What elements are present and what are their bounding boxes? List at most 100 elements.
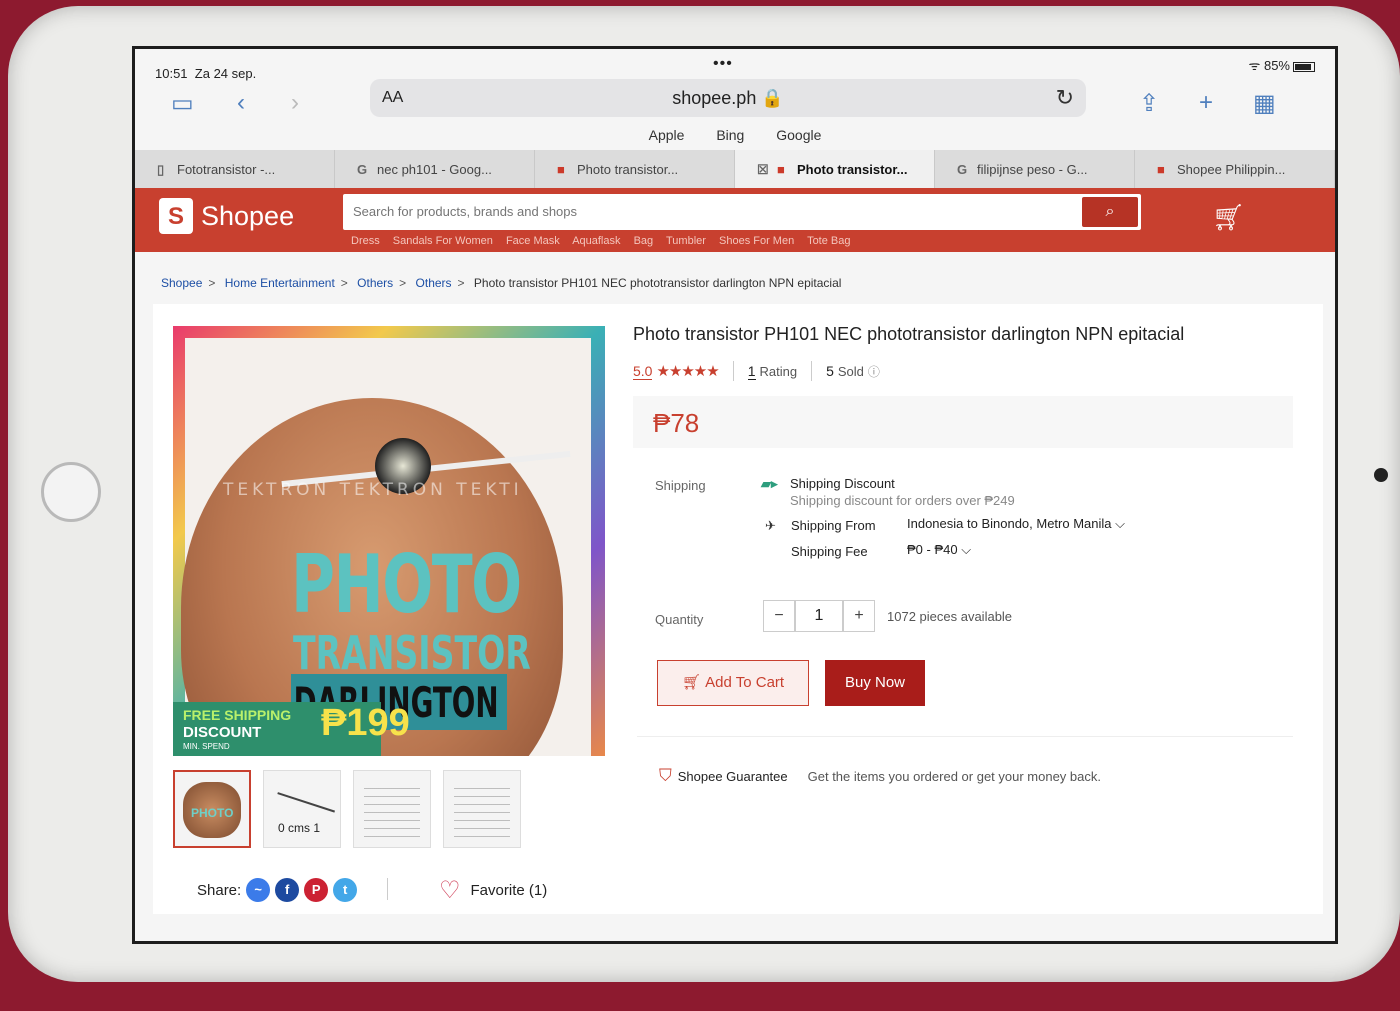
shipping-fee-value[interactable]: ₱0 - ₱40 ⌵ bbox=[907, 542, 971, 558]
heart-icon: ♡ bbox=[439, 877, 461, 904]
forward-icon[interactable]: › bbox=[291, 89, 299, 117]
buy-now-button[interactable]: Buy Now bbox=[825, 660, 925, 706]
help-icon[interactable]: ⓘ bbox=[868, 363, 880, 380]
wifi-icon: ᯤ bbox=[1248, 58, 1261, 73]
suggestion-item[interactable]: Bag bbox=[634, 235, 654, 247]
multitasking-dots[interactable]: ••• bbox=[713, 55, 733, 73]
address-bar[interactable]: AA shopee.ph 🔒 ↻ bbox=[370, 79, 1086, 117]
front-camera bbox=[1374, 468, 1388, 482]
sidebar-icon[interactable]: ▭ bbox=[171, 89, 194, 118]
battery-indicator: ᯤ 85% bbox=[1248, 56, 1315, 74]
rating-count[interactable]: 1 bbox=[747, 363, 756, 380]
chevron-down-icon: ⌵ bbox=[1115, 516, 1125, 531]
url-text[interactable]: shopee.ph 🔒 bbox=[370, 88, 1086, 109]
shopee-header: S Shopee ⌕ Dress Sandals For Women Face … bbox=[135, 188, 1335, 252]
quantity-stepper: − 1 + bbox=[763, 600, 875, 632]
tab-fototransistor[interactable]: ▯ Fototransistor -... bbox=[135, 150, 335, 188]
quantity-decrease-button[interactable]: − bbox=[763, 600, 795, 632]
shield-icon: ⛉ bbox=[659, 766, 672, 785]
breadcrumb-link[interactable]: Others bbox=[357, 276, 393, 290]
reload-icon[interactable]: ↻ bbox=[1056, 85, 1074, 111]
search-suggestions: Dress Sandals For Women Face Mask Aquafl… bbox=[351, 235, 860, 247]
shipping-discount-subtitle: Shipping discount for orders over ₱249 bbox=[790, 493, 1015, 508]
add-to-cart-button[interactable]: 🛒︎ Add To Cart bbox=[657, 660, 809, 706]
ipad-frame: 10:51 Za 24 sep. ••• ᯤ 85% ▭ ‹ › AA shop… bbox=[8, 6, 1400, 982]
shipping-discount-title: Shipping Discount bbox=[790, 476, 895, 491]
thumbnail-3[interactable] bbox=[353, 770, 431, 848]
suggestion-item[interactable]: Aquaflask bbox=[572, 235, 620, 247]
search-button[interactable]: ⌕ bbox=[1082, 197, 1138, 227]
tab-bar: ▯ Fototransistor -... Gnec ph101 - Goog..… bbox=[135, 150, 1335, 188]
cart-add-icon: 🛒︎ bbox=[681, 674, 701, 691]
thumbnail-1[interactable]: PHOTO bbox=[173, 770, 251, 848]
shopee-bag-icon: S bbox=[159, 198, 193, 234]
shopee-logo[interactable]: S Shopee bbox=[159, 198, 294, 234]
favorite-apple[interactable]: Apple bbox=[649, 127, 685, 143]
divider bbox=[637, 736, 1293, 737]
cart-icon[interactable]: 🛒︎ bbox=[1212, 202, 1245, 233]
watermark: TEKTRON TEKTRON TEKTI bbox=[223, 480, 523, 500]
free-shipping-truck-icon: ▰▸ bbox=[761, 476, 778, 491]
shipping-from-icon: ✈ bbox=[765, 518, 776, 533]
favorite-bing[interactable]: Bing bbox=[716, 127, 744, 143]
tab-filipijnse-peso[interactable]: Gfilipijnse peso - G... bbox=[935, 150, 1135, 188]
suggestion-item[interactable]: Sandals For Women bbox=[393, 235, 493, 247]
thumbnail-4[interactable] bbox=[443, 770, 521, 848]
shipping-from-label: Shipping From bbox=[791, 518, 876, 533]
twitter-icon[interactable]: t bbox=[333, 878, 358, 902]
tab-photo-transistor-active[interactable]: ☒ ■ Photo transistor... bbox=[735, 150, 935, 188]
quantity-input[interactable]: 1 bbox=[795, 600, 843, 632]
screen: 10:51 Za 24 sep. ••• ᯤ 85% ▭ ‹ › AA shop… bbox=[132, 46, 1338, 944]
pinterest-icon[interactable]: P bbox=[304, 878, 329, 902]
facebook-icon[interactable]: f bbox=[275, 878, 300, 902]
search-icon: ⌕ bbox=[1105, 203, 1115, 220]
free-shipping-badge: FREE SHIPPING DISCOUNT MIN. SPEND ₱199 bbox=[173, 702, 410, 756]
sold-count: 5 bbox=[826, 363, 834, 379]
price-box: ₱78 bbox=[633, 396, 1293, 448]
back-icon[interactable]: ‹ bbox=[237, 89, 245, 117]
close-tab-icon[interactable]: ☒ bbox=[757, 162, 771, 178]
browser-toolbar: ▭ ‹ › AA shopee.ph 🔒 ↻ ⇪ + ▦ bbox=[135, 75, 1335, 130]
status-bar: 10:51 Za 24 sep. ••• ᯤ 85% bbox=[135, 49, 1335, 81]
rating-score[interactable]: 5.0 bbox=[633, 363, 653, 380]
thumbnail-2[interactable]: 0 cms 1 bbox=[263, 770, 341, 848]
tab-overview-icon[interactable]: ▦ bbox=[1253, 89, 1276, 118]
breadcrumb-link[interactable]: Others bbox=[416, 276, 452, 290]
stock-available: 1072 pieces available bbox=[887, 609, 1013, 624]
shopee-guarantee: ⛉ Shopee Guarantee Get the items you ord… bbox=[659, 766, 1101, 785]
image-title-photo: PHOTO bbox=[291, 538, 522, 631]
google-icon: G bbox=[357, 162, 368, 177]
favorites-bar: Apple Bing Google bbox=[135, 127, 1335, 143]
quantity-increase-button[interactable]: + bbox=[843, 600, 875, 632]
breadcrumb-current: Photo transistor PH101 NEC phototransist… bbox=[473, 276, 842, 290]
suggestion-item[interactable]: Tote Bag bbox=[807, 235, 850, 247]
chevron-down-icon: ⌵ bbox=[961, 542, 972, 557]
favorite-google[interactable]: Google bbox=[776, 127, 821, 143]
shopee-icon: ■ bbox=[557, 162, 565, 177]
suggestion-item[interactable]: Face Mask bbox=[506, 235, 560, 247]
breadcrumb-link[interactable]: Home Entertainment bbox=[225, 276, 335, 290]
search-box: ⌕ bbox=[343, 194, 1141, 230]
suggestion-item[interactable]: Tumbler bbox=[666, 235, 706, 247]
share-row: Share: ~ f P t bbox=[197, 878, 358, 902]
new-tab-icon[interactable]: + bbox=[1199, 89, 1213, 117]
suggestion-item[interactable]: Shoes For Men bbox=[719, 235, 794, 247]
messenger-icon[interactable]: ~ bbox=[246, 878, 271, 902]
suggestion-item[interactable]: Dress bbox=[351, 235, 380, 247]
tab-shopee-philippines[interactable]: ■ Shopee Philippin... bbox=[1135, 150, 1335, 188]
breadcrumb-link[interactable]: Shopee bbox=[161, 276, 202, 290]
tab-photo-transistor-1[interactable]: ■ Photo transistor... bbox=[535, 150, 735, 188]
shipping-fee-label: Shipping Fee bbox=[791, 544, 868, 559]
home-button[interactable] bbox=[41, 462, 101, 522]
image-title-transistor: TRANSISTOR bbox=[293, 626, 531, 680]
rating-stars: ★★★★★ bbox=[656, 363, 719, 380]
product-main-image[interactable]: TEKTRON TEKTRON TEKTI PHOTO TRANSISTOR D… bbox=[173, 326, 605, 756]
shipping-from-value[interactable]: Indonesia to Binondo, Metro Manila ⌵ bbox=[907, 516, 1125, 532]
search-input[interactable] bbox=[343, 194, 1073, 228]
image-inner: TEKTRON TEKTRON TEKTI PHOTO TRANSISTOR D… bbox=[181, 338, 591, 756]
battery-icon bbox=[1293, 61, 1315, 72]
share-icon[interactable]: ⇪ bbox=[1139, 89, 1159, 118]
rating-row: 5.0 ★★★★★ 1 Rating 5 Sold ⓘ bbox=[633, 361, 880, 381]
tab-nec-ph101[interactable]: Gnec ph101 - Goog... bbox=[335, 150, 535, 188]
favorite-button[interactable]: ♡ Favorite (1) bbox=[439, 876, 547, 905]
